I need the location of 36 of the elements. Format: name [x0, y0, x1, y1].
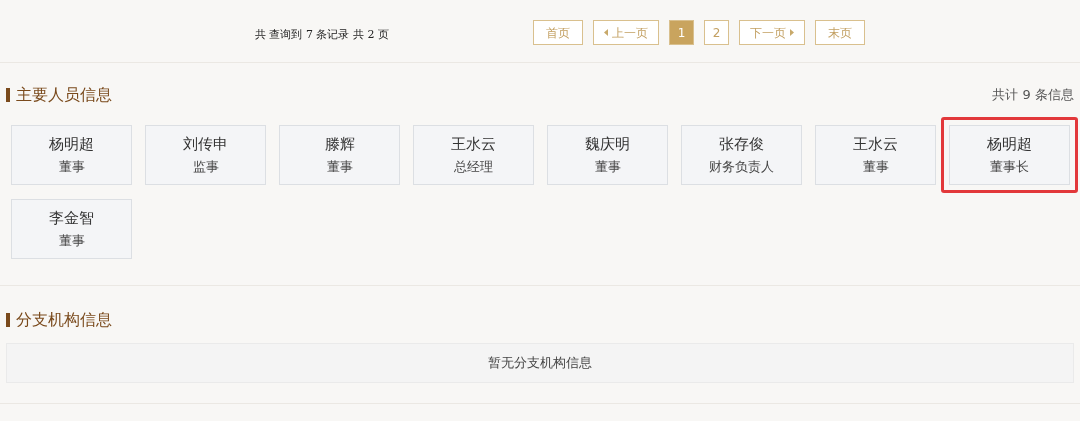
person-name: 滕辉	[324, 134, 355, 154]
person-role: 总经理	[454, 158, 493, 176]
person-role: 董事	[862, 158, 889, 176]
person-card[interactable]: 李金智 董事	[11, 199, 132, 259]
person-role: 董事长	[990, 158, 1029, 176]
person-role: 董事	[326, 158, 353, 176]
person-name: 王水云	[451, 134, 496, 154]
record-summary: 共 查询到 7 条记录 共 2 页	[255, 27, 389, 41]
section-title: 分支机构信息	[16, 309, 112, 331]
person-card[interactable]: 刘传申 监事	[145, 125, 266, 185]
person-card[interactable]: 杨明超 董事长	[949, 125, 1070, 185]
empty-message: 暂无分支机构信息	[488, 354, 592, 373]
person-role: 董事	[594, 158, 621, 176]
person-name: 刘传申	[183, 134, 228, 154]
person-card[interactable]: 王水云 总经理	[413, 125, 534, 185]
person-name: 杨明超	[49, 134, 94, 154]
person-name: 王水云	[853, 134, 898, 154]
person-card[interactable]: 魏庆明 董事	[547, 125, 668, 185]
person-role: 董事	[58, 232, 85, 250]
person-name: 杨明超	[987, 134, 1032, 154]
person-name: 李金智	[49, 208, 94, 228]
person-role: 财务负责人	[709, 158, 774, 176]
person-card[interactable]: 杨明超 董事	[11, 125, 132, 185]
caret-left-icon	[604, 29, 608, 36]
person-card[interactable]: 滕辉 董事	[279, 125, 400, 185]
section-title: 主要人员信息	[16, 84, 112, 106]
person-card[interactable]: 张存俊 财务负责人	[681, 125, 802, 185]
section-marker	[6, 313, 10, 327]
record-count: 共计 9 条信息	[992, 86, 1074, 105]
section-marker	[6, 88, 10, 102]
person-role: 监事	[192, 158, 219, 176]
person-name: 张存俊	[719, 134, 764, 154]
person-role: 董事	[58, 158, 85, 176]
person-card[interactable]: 王水云 董事	[815, 125, 936, 185]
caret-right-icon	[790, 29, 794, 36]
person-name: 魏庆明	[585, 134, 630, 154]
